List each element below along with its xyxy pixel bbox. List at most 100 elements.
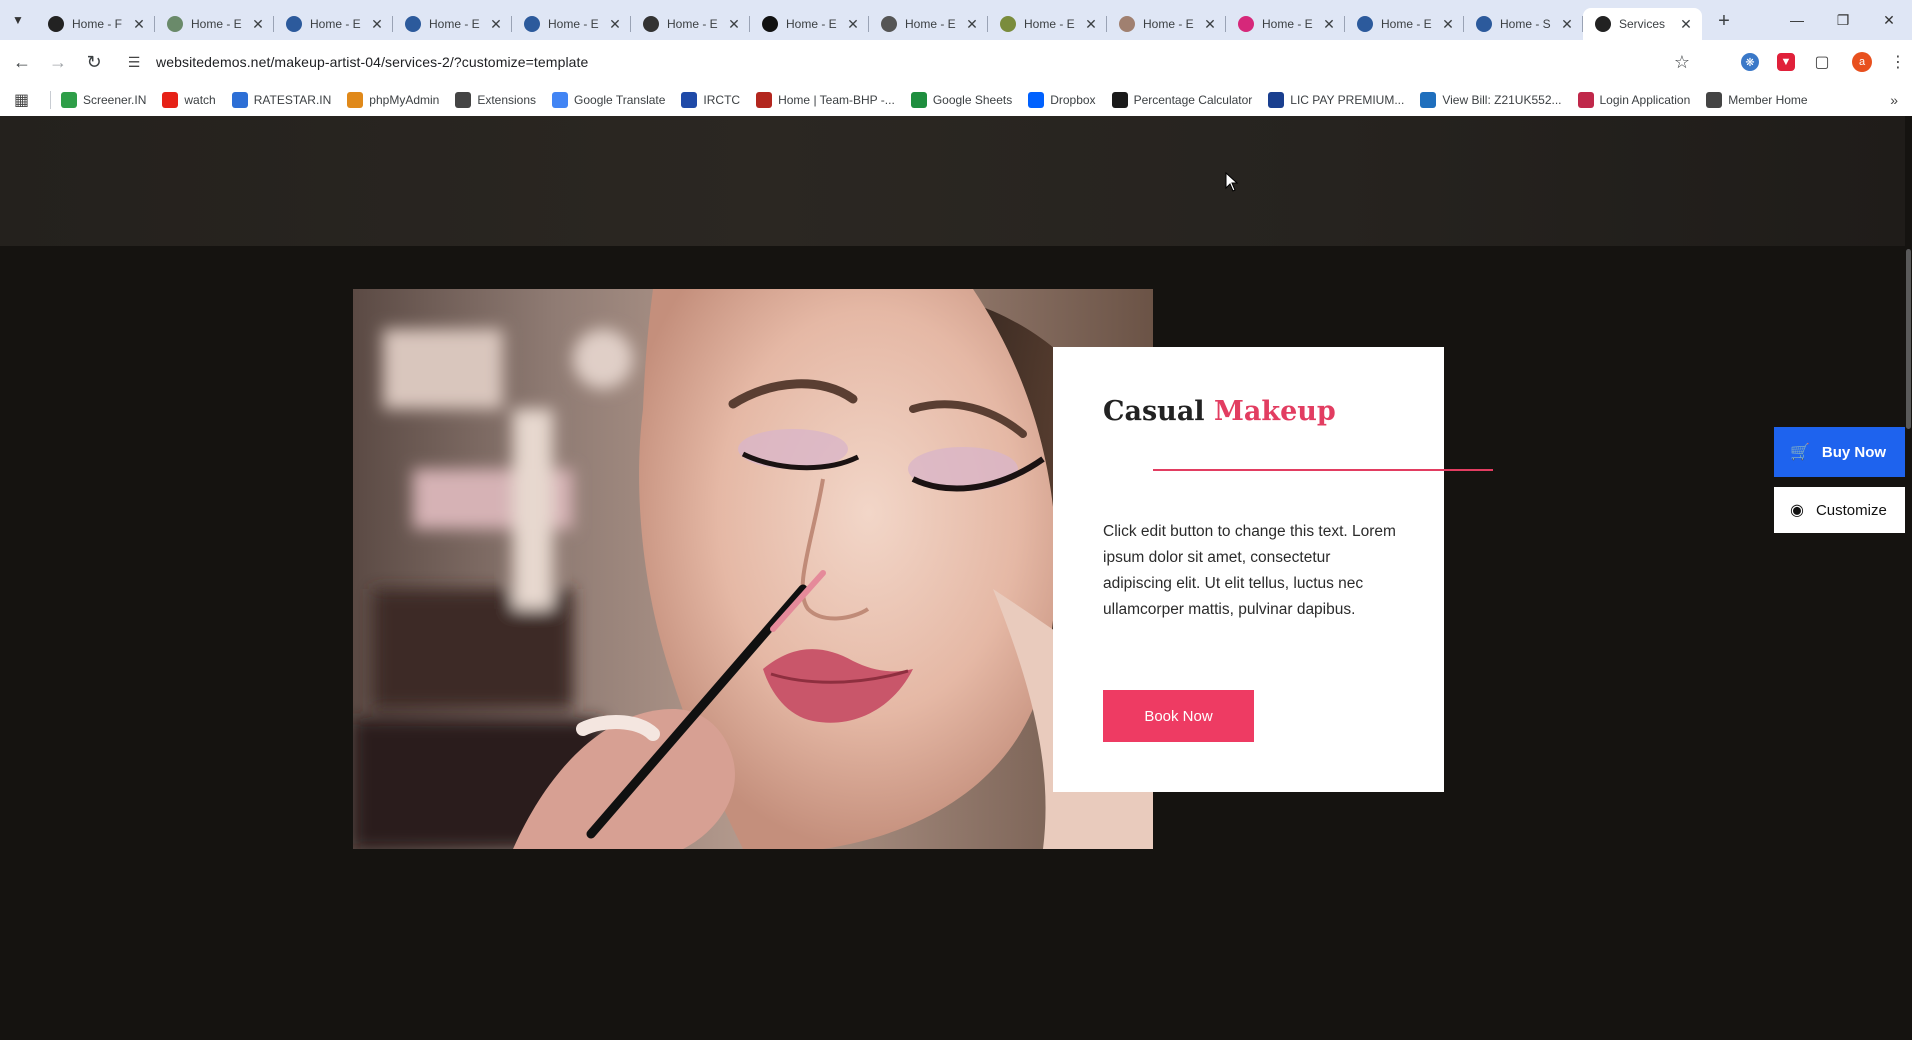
browser-menu-button[interactable]: ⋮ [1884,44,1912,80]
minimize-button[interactable]: — [1774,0,1820,40]
close-tab-icon[interactable]: ✕ [1202,16,1218,33]
wordpress-icon [1476,16,1492,32]
browser-tab[interactable]: Home - E ✕ [988,8,1107,40]
close-tab-icon[interactable]: ✕ [607,16,623,33]
bookmark-item[interactable]: IRCTC [681,92,740,108]
close-tab-icon[interactable]: ✕ [964,16,980,33]
chevron-down-icon: ▼ [12,13,24,27]
tab-title: Home - E [1024,17,1075,31]
bookmarks-overflow-button[interactable]: » [1890,84,1898,116]
new-tab-button[interactable]: + [1708,5,1740,37]
service-title: Casual Makeup [1103,396,1336,427]
close-tab-icon[interactable]: ✕ [845,16,861,33]
tab-title: Home - E [1381,17,1432,31]
browser-tab[interactable]: Home - E ✕ [274,8,393,40]
bookmark-item[interactable]: Percentage Calculator [1111,92,1252,108]
hero-background [0,116,1905,246]
browser-tab[interactable]: Home - E ✕ [512,8,631,40]
tab-title: Home - E [905,17,956,31]
close-window-button[interactable]: ✕ [1866,0,1912,40]
address-bar[interactable]: ☰ websitedemos.net/makeup-artist-04/serv… [122,44,1698,80]
browser-tab[interactable]: Home - E ✕ [750,8,869,40]
bookmark-label: Screener.IN [83,93,147,107]
bookmark-label: Dropbox [1050,93,1096,107]
shield-icon: ▼ [1777,53,1795,71]
close-tab-icon[interactable]: ✕ [250,16,266,33]
bookmark-item[interactable]: Member Home [1706,92,1808,108]
tab-search-button[interactable]: ▼ [0,0,36,40]
bookmark-item[interactable]: Google Translate [552,92,665,108]
customize-button[interactable]: ◉ Customize [1774,487,1906,533]
browser-tab[interactable]: Home - F ✕ [36,8,155,40]
reload-icon: ↻ [86,51,102,72]
bookmark-item[interactable]: RATESTAR.IN [231,92,331,108]
bookmark-label: Member Home [1728,93,1808,107]
url-text[interactable]: websitedemos.net/makeup-artist-04/servic… [156,54,588,70]
script-icon [881,16,897,32]
reload-button[interactable]: ↻ [76,44,112,80]
browser-tab[interactable]: Home - E ✕ [393,8,512,40]
bookmark-item[interactable]: Home | Team-BHP -... [756,92,895,108]
browser-tab[interactable]: Home - S ✕ [1464,8,1583,40]
bookmark-star-icon[interactable]: ☆ [1666,44,1698,80]
forward-button[interactable]: → [40,44,76,80]
translate-icon [552,92,569,108]
browser-tab[interactable]: Services ✕ [1583,8,1702,40]
bookmark-label: IRCTC [703,93,741,107]
bookmark-item[interactable]: phpMyAdmin [347,92,439,108]
buy-now-label: Buy Now [1821,443,1887,461]
close-tab-icon[interactable]: ✕ [1440,16,1456,33]
sail-icon [347,92,364,108]
scrollbar[interactable] [1905,116,1912,1040]
enk-icon [48,16,64,32]
tab-title: Home - E [786,17,837,31]
service-title-plain: Casual [1103,396,1205,427]
extension-button[interactable]: ❋ [1732,44,1768,80]
close-tab-icon[interactable]: ✕ [131,16,147,33]
extensions-menu-button[interactable]: ▢ [1804,44,1840,80]
close-tab-icon[interactable]: ✕ [1083,16,1099,33]
close-tab-icon[interactable]: ✕ [1559,16,1575,33]
buy-now-button[interactable]: 🛒 Buy Now [1774,427,1906,477]
bookmark-item[interactable]: Screener.IN [61,92,146,108]
y-icon [1238,16,1254,32]
bookmark-label: Extensions [477,93,537,107]
bookmark-label: LIC PAY PREMIUM... [1290,93,1405,107]
browser-tab[interactable]: Home - E ✕ [1345,8,1464,40]
browser-tab[interactable]: Home - E ✕ [155,8,274,40]
close-tab-icon[interactable]: ✕ [1321,16,1337,33]
window-controls: — ❐ ✕ [1774,0,1912,40]
profile-button[interactable]: a [1840,44,1884,80]
extension-button[interactable]: ▼ [1768,44,1804,80]
bookmark-label: View Bill: Z21UK552... [1442,93,1562,107]
close-tab-icon[interactable]: ✕ [1678,16,1694,33]
back-button[interactable]: ← [4,44,40,80]
bookmark-item[interactable]: Google Sheets [910,92,1012,108]
bookmark-item[interactable]: watch [162,92,216,108]
site-info-icon[interactable]: ☰ [122,54,146,71]
youtube-icon [162,92,179,108]
browser-tab[interactable]: Home - E ✕ [1107,8,1226,40]
bookmark-item[interactable]: Login Application [1577,92,1690,108]
bookmark-item[interactable]: Dropbox [1028,92,1096,108]
close-tab-icon[interactable]: ✕ [726,16,742,33]
apps-grid-icon[interactable]: ▦ [14,90,38,110]
restore-button[interactable]: ❐ [1820,0,1866,40]
ring-icon [643,16,659,32]
browser-tab[interactable]: Home - E ✕ [1226,8,1345,40]
book-now-button[interactable]: Book Now [1103,690,1254,742]
close-tab-icon[interactable]: ✕ [369,16,385,33]
scrollbar-thumb[interactable] [1906,249,1911,429]
extension-gear-icon: ❋ [1741,53,1759,71]
close-tab-icon[interactable]: ✕ [488,16,504,33]
service-description: Click edit button to change this text. L… [1103,523,1396,618]
service-title-accent: Makeup [1213,396,1336,427]
browser-toolbar: ← → ↻ ☰ websitedemos.net/makeup-artist-0… [0,40,1912,84]
browser-tab[interactable]: Home - E ✕ [631,8,750,40]
bookmark-item[interactable]: View Bill: Z21UK552... [1420,92,1562,108]
wordpress-icon [405,16,421,32]
browser-tab[interactable]: Home - E ✕ [869,8,988,40]
bookmark-item[interactable]: LIC PAY PREMIUM... [1268,92,1404,108]
tab-title: Services [1619,17,1666,31]
bookmark-item[interactable]: Extensions [455,92,536,108]
